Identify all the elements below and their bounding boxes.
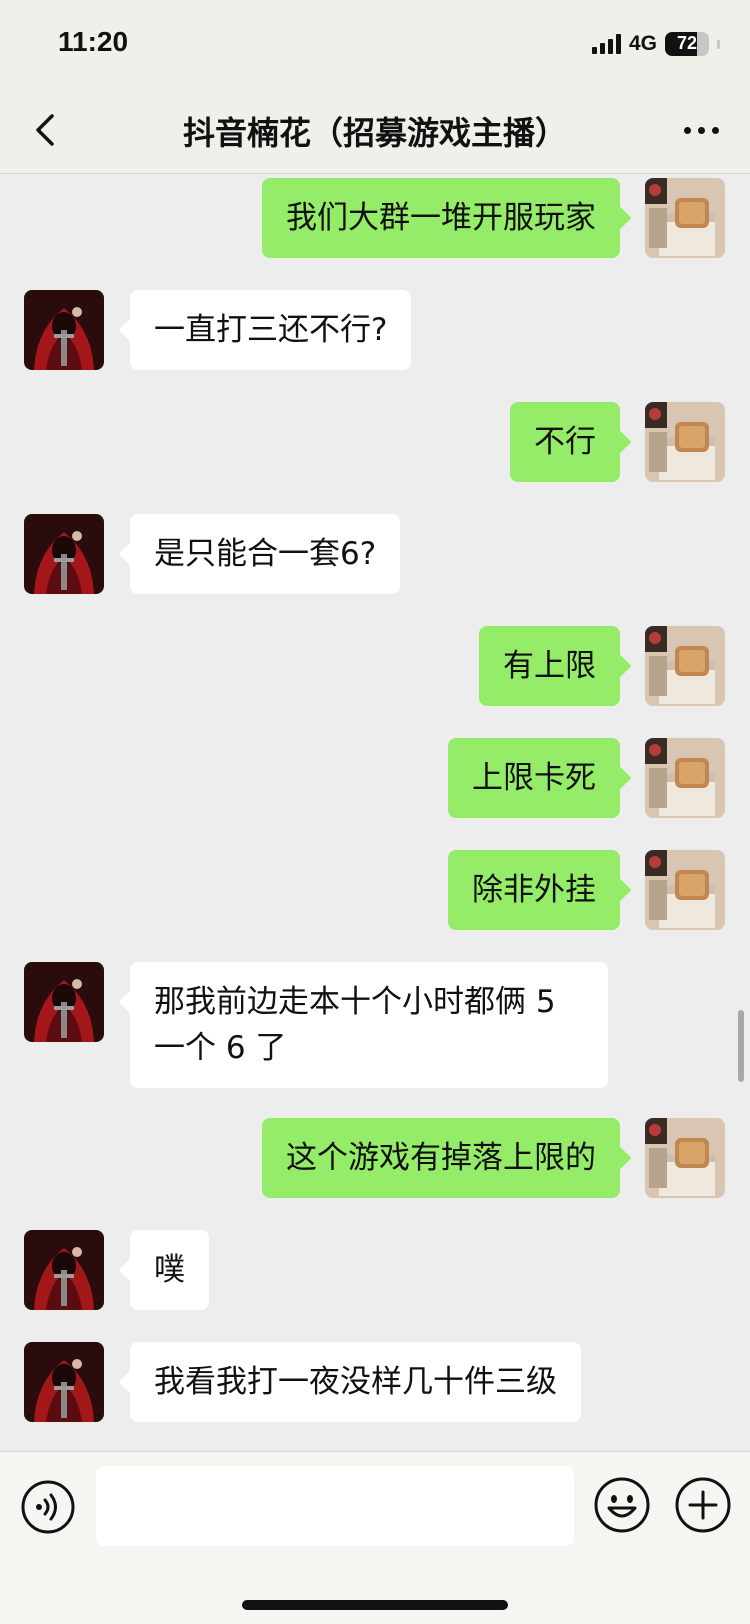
message-bubble[interactable]: 除非外挂 bbox=[448, 850, 620, 930]
voice-icon bbox=[21, 1480, 75, 1534]
message-bubble[interactable]: 那我前边走本十个小时都俩 5 一个 6 了 bbox=[130, 962, 608, 1088]
self-avatar[interactable] bbox=[645, 402, 725, 482]
message-bubble[interactable]: 上限卡死 bbox=[448, 738, 620, 818]
battery-icon: 72 bbox=[665, 32, 709, 56]
message-text: 噗 bbox=[154, 1252, 185, 1288]
emoji-icon bbox=[594, 1477, 650, 1533]
self-avatar[interactable] bbox=[645, 738, 725, 818]
message-text: 除非外挂 bbox=[472, 872, 596, 908]
message-input[interactable] bbox=[96, 1466, 574, 1546]
contact-avatar[interactable] bbox=[24, 962, 104, 1042]
message-text: 那我前边走本十个小时都俩 5 一个 6 了 bbox=[154, 984, 556, 1066]
status-bar: 11:20 4G 72 bbox=[0, 0, 750, 88]
more-button[interactable] bbox=[676, 108, 726, 152]
chevron-left-icon bbox=[36, 114, 54, 146]
contact-avatar[interactable] bbox=[24, 290, 104, 370]
network-type: 4G bbox=[628, 32, 657, 55]
ellipsis-icon bbox=[683, 126, 691, 134]
more-functions-button[interactable] bbox=[674, 1476, 732, 1534]
message-bubble[interactable]: 不行 bbox=[510, 402, 620, 482]
back-button[interactable] bbox=[24, 108, 68, 152]
battery-level: 72 bbox=[676, 33, 698, 53]
chat-title: 抖音楠花（招募游戏主播） bbox=[182, 114, 567, 152]
voice-button[interactable] bbox=[20, 1479, 76, 1535]
message-text: 有上限 bbox=[503, 648, 596, 684]
self-avatar[interactable] bbox=[645, 850, 725, 930]
message-text: 是只能合一套6? bbox=[154, 536, 377, 572]
input-bar bbox=[0, 1451, 750, 1624]
message-bubble[interactable]: 噗 bbox=[130, 1230, 209, 1310]
contact-avatar[interactable] bbox=[24, 1230, 104, 1310]
scroll-indicator[interactable] bbox=[738, 1010, 744, 1082]
status-time: 11:20 bbox=[58, 26, 129, 57]
home-indicator[interactable] bbox=[242, 1600, 508, 1610]
message-bubble[interactable]: 我们大群一堆开服玩家 bbox=[262, 178, 620, 258]
message-list[interactable]: 我们大群一堆开服玩家 一直打三还不行? 不行 是只能合一套6? 有上限 上限卡死… bbox=[0, 175, 750, 1451]
contact-avatar[interactable] bbox=[24, 514, 104, 594]
message-bubble[interactable]: 一直打三还不行? bbox=[130, 290, 412, 370]
message-bubble[interactable]: 有上限 bbox=[479, 626, 620, 706]
self-avatar[interactable] bbox=[645, 178, 725, 258]
message-bubble[interactable]: 我看我打一夜没样几十件三级 bbox=[130, 1342, 581, 1422]
message-text: 一直打三还不行? bbox=[154, 312, 388, 348]
nav-bar: 抖音楠花（招募游戏主播） bbox=[0, 88, 750, 174]
plus-icon bbox=[675, 1477, 731, 1533]
message-text: 这个游戏有掉落上限的 bbox=[286, 1140, 596, 1176]
message-bubble[interactable]: 这个游戏有掉落上限的 bbox=[262, 1118, 620, 1198]
message-bubble[interactable]: 是只能合一套6? bbox=[130, 514, 401, 594]
message-text: 我看我打一夜没样几十件三级 bbox=[154, 1364, 557, 1400]
message-text: 不行 bbox=[534, 424, 596, 460]
contact-avatar[interactable] bbox=[24, 1342, 104, 1422]
status-indicators: 4G 72 bbox=[591, 30, 720, 58]
battery-nub bbox=[717, 39, 720, 49]
emoji-button[interactable] bbox=[593, 1476, 651, 1534]
self-avatar[interactable] bbox=[645, 626, 725, 706]
signal-icon bbox=[591, 34, 621, 54]
message-text: 上限卡死 bbox=[472, 760, 596, 796]
self-avatar[interactable] bbox=[645, 1118, 725, 1198]
message-text: 我们大群一堆开服玩家 bbox=[286, 200, 596, 236]
